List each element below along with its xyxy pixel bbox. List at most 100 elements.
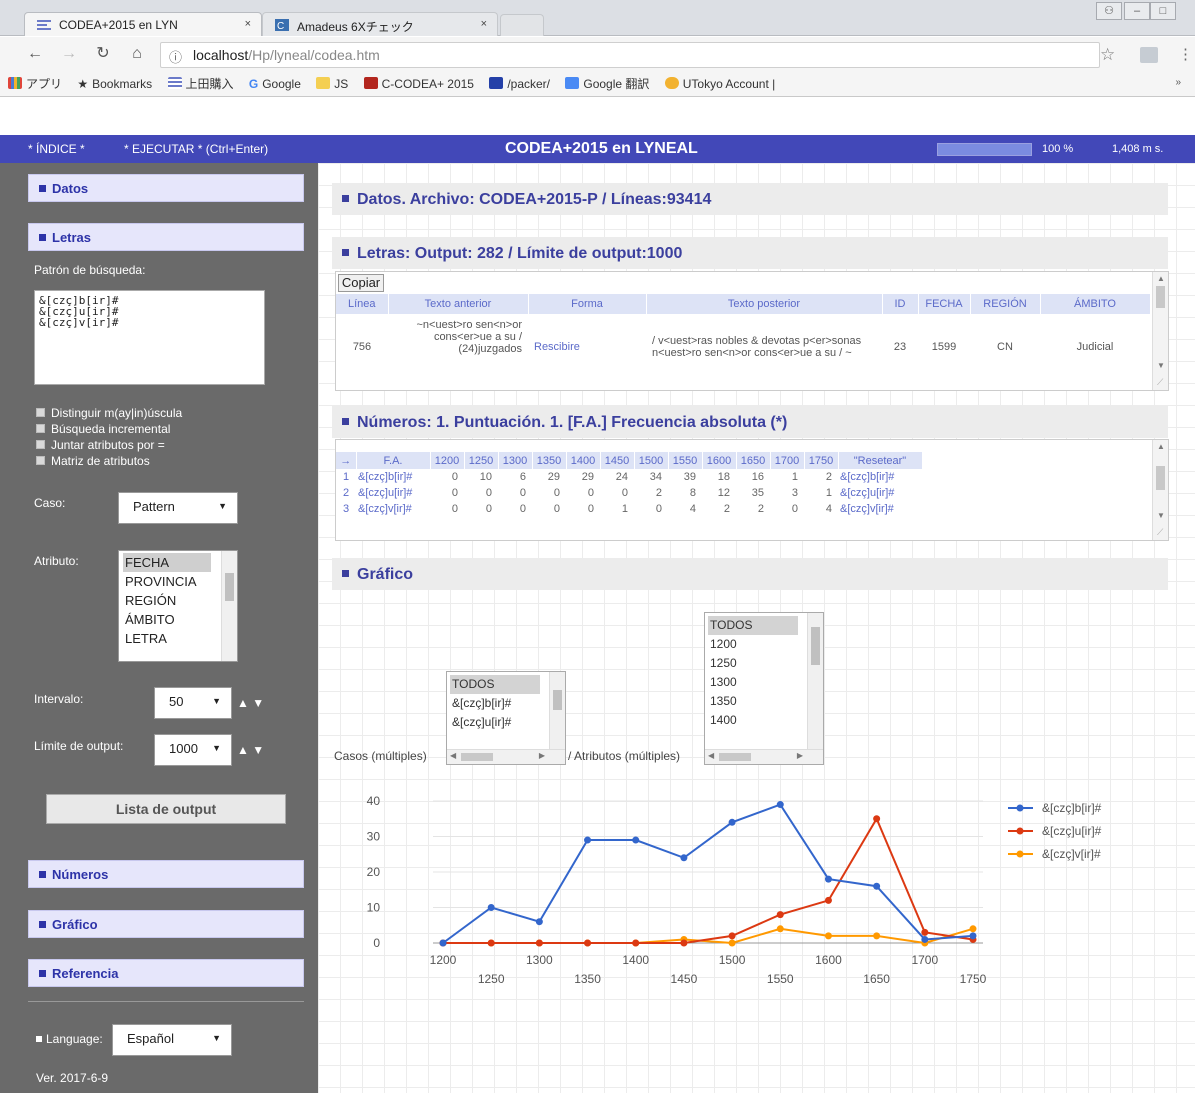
scroll-right-icon[interactable]: ▶ [797,751,803,760]
column-header[interactable]: 1600 [702,452,737,469]
scrollbar-thumb[interactable] [811,627,820,665]
home-icon[interactable]: ⌂ [126,43,148,65]
scroll-up-icon[interactable]: ▲ [1157,442,1165,451]
checkbox-incremental[interactable]: Búsqueda incremental [36,422,170,436]
column-header[interactable]: Forma [528,294,647,314]
url-bar[interactable]: ⓘ localhost/Hp/lyneal/codea.htm [160,42,1100,68]
scrollbar-thumb[interactable] [461,753,493,761]
bookmark-apps[interactable]: アプリ [8,75,62,92]
column-header[interactable]: Texto posterior [646,294,883,314]
column-header[interactable]: Texto anterior [388,294,529,314]
column-header[interactable]: Línea [336,294,389,314]
horizontal-scrollbar[interactable]: ◀ ▶ [705,749,823,764]
scroll-up-icon[interactable]: ▲ [1157,274,1165,283]
cell-form-link[interactable]: &[czç]b[ir]# [356,469,430,485]
indice-link[interactable]: * ÍNDICE * [28,142,85,156]
sidebar-section-datos[interactable]: Datos [28,174,304,202]
extension-icon[interactable] [1140,47,1158,63]
scrollbar-thumb[interactable] [719,753,751,761]
cell-form-link[interactable]: &[czç]u[ir]# [356,485,430,501]
scrollbar-thumb[interactable] [1156,466,1165,490]
forward-arrow-icon[interactable]: → [58,43,80,65]
column-header[interactable]: "Resetear" [838,452,923,469]
sidebar-section-letras[interactable]: Letras [28,223,304,251]
close-icon[interactable]: × [245,18,251,30]
scroll-right-icon[interactable]: ▶ [539,751,545,760]
column-header[interactable]: ID [882,294,919,314]
letras-header[interactable]: Letras: Output: 282 / Límite de output:1… [332,237,1168,269]
cell-form-link[interactable]: &[czç]u[ir]# [838,485,922,501]
column-header[interactable]: 1400 [566,452,601,469]
bookmark-star-icon[interactable]: ☆ [1100,45,1115,65]
column-header[interactable]: 1650 [736,452,771,469]
column-header[interactable]: F.A. [356,452,431,469]
grafico-header[interactable]: Gráfico [332,558,1168,590]
bookmark-translate[interactable]: Google 翻訳 [565,75,649,92]
column-header[interactable]: ÁMBITO [1040,294,1151,314]
bookmark-bookmarks[interactable]: ★ Bookmarks [77,77,152,91]
scroll-down-icon[interactable]: ▼ [1157,361,1165,370]
resize-grip-icon[interactable]: ⟋ [1157,527,1163,538]
checkbox-case-sensitive[interactable]: Distinguir m(ay|in)úscula [36,406,182,420]
scrollbar[interactable] [807,613,823,751]
datos-header[interactable]: Datos. Archivo: CODEA+2015-P / Líneas:93… [332,183,1168,215]
caso-select[interactable]: Pattern ▼ [118,492,238,524]
atributos-listbox[interactable]: TODOS 1200 1250 1300 1350 1400 ◀ ▶ [704,612,824,765]
column-header[interactable]: → [336,452,357,469]
numeros-header[interactable]: Números: 1. Puntuación. 1. [F.A.] Frecue… [332,406,1168,438]
scrollbar-thumb[interactable] [1156,286,1165,308]
atributo-listbox[interactable]: FECHA PROVINCIA REGIÓN ÁMBITO LETRA [118,550,238,662]
column-header[interactable]: 1550 [668,452,703,469]
sidebar-section-referencia[interactable]: Referencia [28,959,304,987]
column-header[interactable]: 1250 [464,452,499,469]
bookmark-ueda[interactable]: 上田購入 [167,75,234,92]
limite-stepper-arrows[interactable]: ▲ ▼ [237,743,264,757]
cell-form-link[interactable]: &[czç]b[ir]# [838,469,922,485]
info-icon[interactable]: ⓘ [169,47,182,66]
minimize-icon[interactable]: – [1124,2,1150,20]
column-header[interactable]: 1300 [498,452,533,469]
bookmark-packer[interactable]: /packer/ [489,77,550,91]
bookmark-js[interactable]: JS [316,77,348,91]
intervalo-select[interactable]: 50 ▼ [154,687,232,719]
column-header[interactable]: 1500 [634,452,669,469]
listbox-option[interactable]: TODOS [708,616,798,635]
scrollbar-thumb[interactable] [553,690,562,710]
search-pattern-textarea[interactable]: &[czç]b[ir]# &[czç]u[ir]# &[czç]v[ir]# [34,290,265,385]
browser-tab-amadeus[interactable]: C Amadeus 6Xチェック × [262,12,498,36]
new-tab-button[interactable] [500,14,544,36]
casos-listbox[interactable]: TODOS &[czç]b[ir]# &[czç]u[ir]# ◀ ▶ [446,671,566,765]
scroll-left-icon[interactable]: ◀ [450,751,456,760]
checkbox-join-attributes[interactable]: Juntar atributos por = [36,438,165,452]
listbox-option[interactable]: TODOS [450,675,540,694]
scrollbar[interactable] [549,672,565,751]
column-header[interactable]: 1200 [430,452,465,469]
maximize-icon[interactable]: □ [1150,2,1176,20]
close-icon[interactable]: × [481,18,487,30]
bookmark-ccodea[interactable]: C-CODEA+ 2015 [363,77,474,91]
cell-form-link[interactable]: &[czç]v[ir]# [838,501,922,517]
copiar-button[interactable]: Copiar [338,274,384,292]
horizontal-scrollbar[interactable]: ◀ ▶ [447,749,565,764]
ejecutar-link[interactable]: * EJECUTAR * (Ctrl+Enter) [124,142,268,156]
sidebar-section-grafico[interactable]: Gráfico [28,910,304,938]
lista-output-button[interactable]: Lista de output [46,794,286,824]
browser-menu-icon[interactable]: ⋮ [1178,45,1193,63]
cell-forma-link[interactable]: Rescibire [528,314,646,380]
listbox-option[interactable]: FECHA [123,553,211,572]
scroll-left-icon[interactable]: ◀ [708,751,714,760]
column-header[interactable]: FECHA [918,294,971,314]
limite-select[interactable]: 1000 ▼ [154,734,232,766]
column-header[interactable]: 1450 [600,452,635,469]
more-bookmarks-icon[interactable]: » [1175,77,1181,88]
column-header[interactable]: 1750 [804,452,839,469]
sidebar-section-numeros[interactable]: Números [28,860,304,888]
browser-tab-codea[interactable]: CODEA+2015 en LYN × [24,12,262,36]
scrollbar[interactable]: ▲ ▼ ⟋ [1152,440,1168,540]
scrollbar[interactable]: ▲ ▼ ⟋ [1152,272,1168,390]
back-arrow-icon[interactable]: ← [24,43,46,65]
language-select[interactable]: Español ▼ [112,1024,232,1056]
reload-icon[interactable]: ↻ [92,43,114,65]
checkbox-attribute-matrix[interactable]: Matriz de atributos [36,454,150,468]
scroll-down-icon[interactable]: ▼ [1157,511,1165,520]
